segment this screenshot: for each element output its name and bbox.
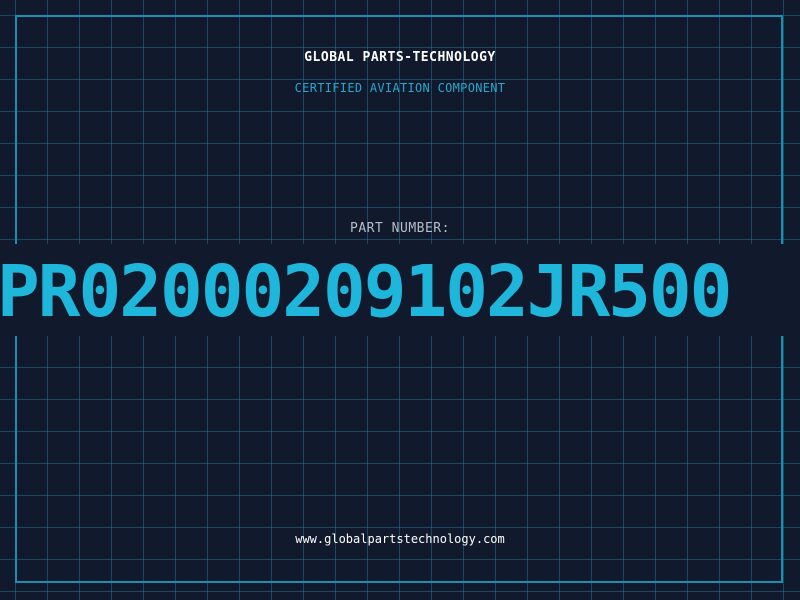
part-number-label: PART NUMBER: [350,221,450,236]
website-url: www.globalpartstechnology.com [295,532,505,546]
certification-subtitle: CERTIFIED AVIATION COMPONENT [294,81,506,95]
part-number-value: PR02000209102JR500 [0,250,732,333]
company-name: GLOBAL PARTS-TECHNOLOGY [304,50,496,65]
part-number-band: PR02000209102JR500 [0,244,800,336]
